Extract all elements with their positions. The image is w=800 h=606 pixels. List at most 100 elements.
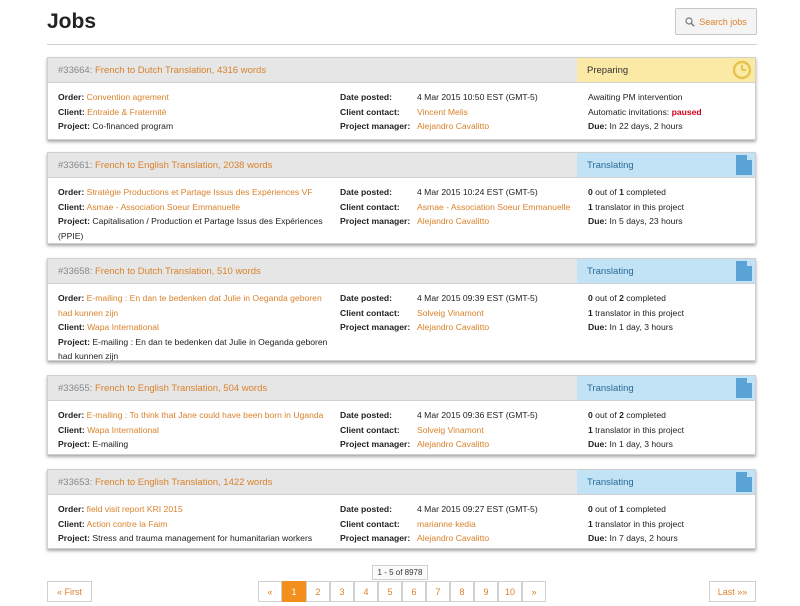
date-posted-value: 4 Mar 2015 10:50 EST (GMT-5)	[417, 92, 538, 102]
order-link[interactable]: Stratégie Productions et Partage Issus d…	[87, 187, 313, 197]
job-card: #33653: French to English Translation, 1…	[47, 469, 756, 549]
client-link[interactable]: Wapa International	[87, 322, 159, 332]
due-value: In 22 days, 2 hours	[609, 121, 683, 131]
order-link[interactable]: E-mailing : En dan te bedenken dat Julie…	[58, 293, 322, 318]
title-divider	[47, 44, 757, 45]
page-button-2[interactable]: 2	[306, 581, 330, 602]
date-posted-label: Date posted:	[340, 410, 393, 420]
job-number: #33664:	[58, 64, 93, 76]
project-manager-link[interactable]: Alejandro Cavalitto	[417, 533, 489, 543]
page-button-9[interactable]: 9	[474, 581, 498, 602]
order-label: Order:	[58, 410, 85, 420]
translator-count: 1 translator in this project	[588, 518, 685, 529]
status-info: Awaiting PM intervention	[588, 92, 683, 102]
job-number: #33661:	[58, 159, 93, 171]
project-value: E-mailing : En dan te bedenken dat Julie…	[58, 336, 328, 362]
search-jobs-button[interactable]: Search jobs	[675, 8, 757, 35]
job-title-link[interactable]: French to English Translation, 504 words	[95, 383, 267, 394]
job-title-link[interactable]: French to English Translation, 1422 word…	[95, 477, 272, 488]
client-contact-link[interactable]: marianne kedia	[417, 519, 476, 529]
job-title-link[interactable]: French to Dutch Translation, 510 words	[95, 266, 261, 277]
results-range: 1 - 5 of 8978	[372, 565, 428, 580]
job-card: #33658: French to Dutch Translation, 510…	[47, 258, 756, 361]
order-label: Order:	[58, 504, 85, 514]
job-card-header: #33661: French to English Translation, 2…	[48, 153, 755, 178]
job-card: #33655: French to English Translation, 5…	[47, 375, 756, 455]
project-label: Project:	[58, 533, 90, 543]
prev-page-button[interactable]: «	[258, 581, 282, 602]
completion-status: 0 out of 2 completed	[588, 293, 666, 303]
project-manager-link[interactable]: Alejandro Cavalitto	[417, 216, 489, 226]
document-icon	[736, 472, 752, 492]
date-posted-value: 4 Mar 2015 09:27 EST (GMT-5)	[417, 504, 538, 514]
page-button-1[interactable]: 1	[282, 581, 306, 602]
status-label: Translating	[587, 476, 634, 488]
client-contact-link[interactable]: Vincent Melis	[417, 107, 468, 117]
completion-status: 0 out of 1 completed	[588, 504, 666, 514]
status-badge: Translating	[577, 376, 755, 400]
translator-count: 1 translator in this project	[588, 307, 685, 318]
due-label: Due:	[588, 121, 608, 131]
client-contact-link[interactable]: Asmae - Association Soeur Emmanuelle	[417, 202, 570, 212]
job-card-header: #33658: French to Dutch Translation, 510…	[48, 259, 755, 284]
date-posted-label: Date posted:	[340, 92, 393, 102]
due-label: Due:	[588, 533, 608, 543]
job-number: #33655:	[58, 382, 93, 394]
due-value: In 7 days, 2 hours	[609, 533, 678, 543]
page-button-4[interactable]: 4	[354, 581, 378, 602]
job-card-header: #33653: French to English Translation, 1…	[48, 470, 755, 495]
client-link[interactable]: Entraide & Fraternité	[87, 107, 166, 117]
job-title-link[interactable]: French to Dutch Translation, 4316 words	[95, 65, 266, 76]
document-icon	[736, 155, 752, 175]
page-button-5[interactable]: 5	[378, 581, 402, 602]
page-button-7[interactable]: 7	[426, 581, 450, 602]
page-button-6[interactable]: 6	[402, 581, 426, 602]
order-link[interactable]: field visit report KRI 2015	[87, 504, 183, 514]
page-button-10[interactable]: 10	[498, 581, 522, 602]
page-button-3[interactable]: 3	[330, 581, 354, 602]
project-value: E-mailing	[92, 439, 129, 449]
order-link[interactable]: E-mailing : To think that Jane could hav…	[87, 410, 324, 420]
project-label: Project:	[58, 439, 90, 449]
first-page-button[interactable]: « First	[47, 581, 92, 602]
invitations-label: Automatic invitations:	[588, 106, 672, 117]
page-button-8[interactable]: 8	[450, 581, 474, 602]
client-contact-link[interactable]: Solveig Vinamont	[417, 308, 484, 318]
project-manager-label: Project manager:	[340, 216, 411, 226]
client-link[interactable]: Asmae - Association Soeur Emmanuelle	[87, 202, 240, 212]
order-link[interactable]: Convention agrement	[87, 92, 169, 102]
project-label: Project:	[58, 121, 90, 131]
project-manager-link[interactable]: Alejandro Cavalitto	[417, 121, 489, 131]
due-value: In 5 days, 23 hours	[609, 216, 683, 226]
project-manager-label: Project manager:	[340, 322, 411, 332]
completion-status: 0 out of 1 completed	[588, 187, 666, 197]
job-card-header: #33664: French to Dutch Translation, 431…	[48, 58, 755, 83]
status-badge: Translating	[577, 259, 755, 283]
client-link[interactable]: Wapa International	[87, 425, 159, 435]
project-value: Stress and trauma management for humanit…	[92, 533, 313, 543]
search-icon	[685, 16, 695, 27]
job-card: #33661: French to English Translation, 2…	[47, 152, 756, 244]
next-page-button[interactable]: »	[522, 581, 546, 602]
date-posted-label: Date posted:	[340, 293, 393, 303]
date-posted-value: 4 Mar 2015 09:39 EST (GMT-5)	[417, 293, 538, 303]
client-label: Client:	[58, 322, 85, 332]
client-label: Client:	[58, 518, 85, 529]
client-contact-link[interactable]: Solveig Vinamont	[417, 425, 484, 435]
status-label: Translating	[587, 382, 634, 394]
translator-count: 1 translator in this project	[588, 424, 685, 435]
job-title-link[interactable]: French to English Translation, 2038 word…	[95, 160, 272, 171]
job-number: #33658:	[58, 265, 93, 277]
invitations-status: paused	[671, 106, 702, 117]
project-label: Project:	[58, 216, 90, 226]
due-label: Due:	[588, 322, 608, 332]
document-icon	[736, 261, 752, 281]
status-label: Preparing	[587, 64, 629, 76]
project-manager-link[interactable]: Alejandro Cavalitto	[417, 322, 489, 332]
project-manager-link[interactable]: Alejandro Cavalitto	[417, 439, 489, 449]
status-badge: Translating	[577, 153, 755, 177]
last-page-button[interactable]: Last »»	[709, 581, 756, 602]
due-value: In 1 day, 3 hours	[609, 439, 673, 449]
search-jobs-label: Search jobs	[699, 16, 747, 27]
client-link[interactable]: Action contre la Faim	[87, 519, 168, 529]
